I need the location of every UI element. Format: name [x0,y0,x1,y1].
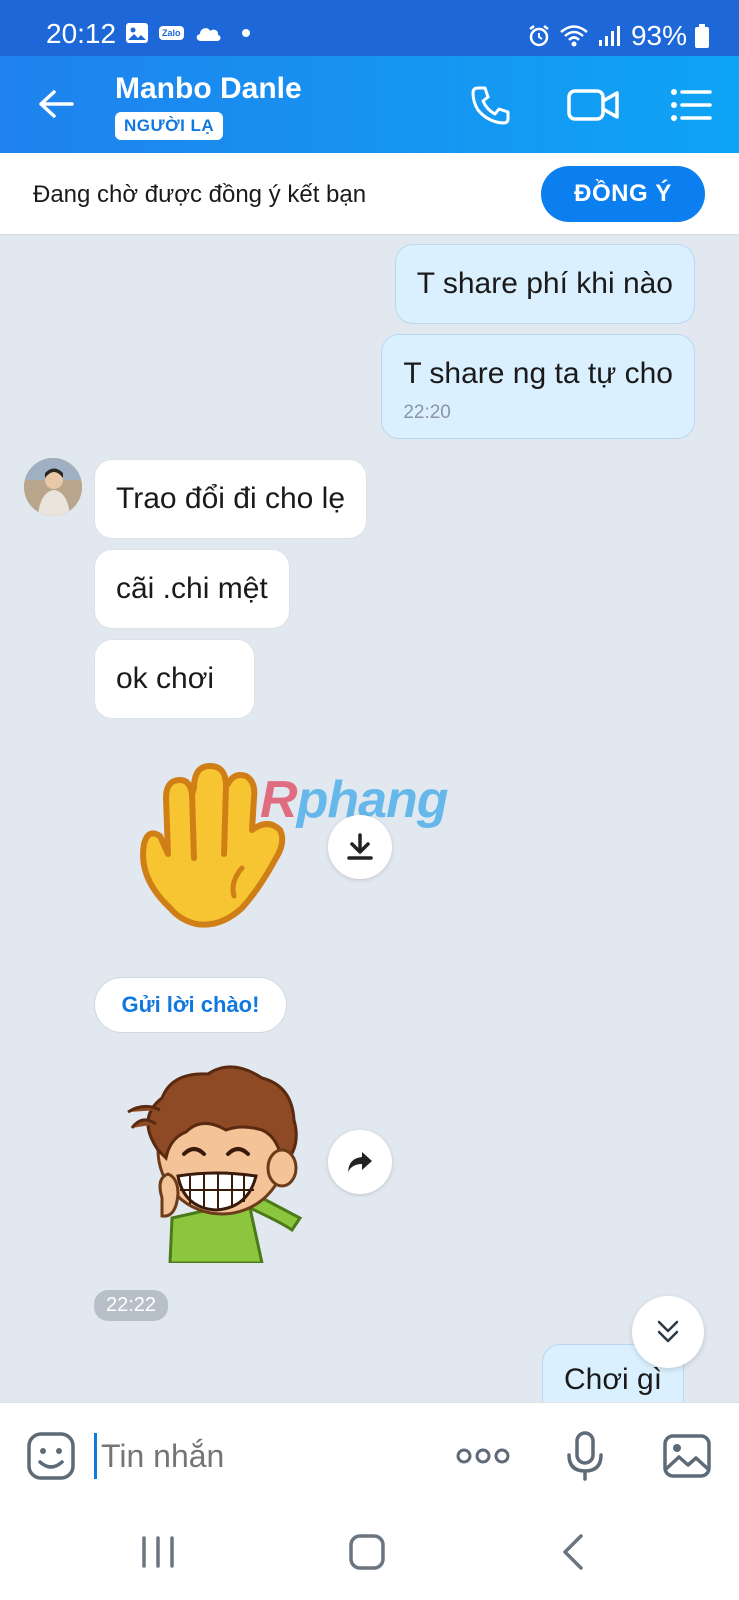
system-navigation-bar [0,1502,739,1600]
cloud-icon [196,28,221,41]
message-bubble-mine[interactable]: T share phí khi nào [394,244,695,324]
watermark-r: R [260,771,298,829]
message-text: ok chơi [116,662,215,695]
signal-icon [598,26,620,46]
share-sticker-button[interactable] [328,1130,392,1194]
message-text: T share phí khi nào [416,267,673,300]
zalo-notification-icon: Zalo [159,26,184,40]
status-time: 20:12 [46,18,117,49]
message-composer [0,1402,739,1502]
message-timestamp: 22:20 [403,401,451,423]
contact-name[interactable]: Manbo Danle [115,72,302,106]
time-separator: 22:22 [94,1290,169,1321]
gallery-icon [126,23,148,43]
friend-request-text: Đang chờ được đồng ý kết bạn [33,181,367,208]
battery-icon [695,24,709,48]
status-icons-right: 93% [527,20,709,52]
chat-header: Manbo Danle NGƯỜI LẠ [0,56,739,153]
phone-call-icon[interactable] [468,82,514,128]
menu-list-icon[interactable] [668,82,714,128]
grinning-boy-sticker[interactable] [122,1058,312,1263]
image-gallery-icon[interactable] [662,1431,712,1481]
accept-friend-button[interactable]: ĐỒNG Ý [541,166,705,222]
more-options-icon[interactable] [455,1431,511,1481]
message-text: cãi .chi mệt [116,572,268,605]
message-bubble-theirs[interactable]: Trao đổi đi cho lẹ [94,459,368,539]
message-text: Chơi gì [564,1363,663,1396]
message-bubble-theirs[interactable]: cãi .chi mệt [94,549,290,629]
message-text: T share ng ta tự cho [403,357,673,390]
friend-request-bar: Đang chờ được đồng ý kết bạn ĐỒNG Ý [0,153,739,235]
contact-avatar[interactable] [24,458,82,516]
stranger-badge: NGƯỜI LẠ [115,112,224,140]
send-greeting-button[interactable]: Gửi lời chào! [94,977,287,1033]
battery-percent: 93% [630,20,687,51]
double-chevron-down-icon [657,1320,679,1343]
message-bubble-theirs[interactable]: ok chơi [94,639,256,719]
message-input[interactable] [94,1433,394,1479]
emoji-sticker-icon[interactable] [26,1431,76,1481]
back-arrow-icon[interactable] [36,84,76,124]
download-icon [347,833,373,860]
home-icon[interactable] [347,1532,387,1572]
alarm-icon [529,25,549,47]
more-notifications-dot [241,29,250,37]
avatar-photo [24,458,82,516]
recent-apps-icon[interactable] [138,1532,178,1572]
microphone-icon[interactable] [560,1431,610,1481]
message-bubble-mine[interactable]: T share ng ta tự cho 22:20 [381,334,695,440]
status-bar: 20:12 Zalo 93% [0,0,739,56]
share-forward-icon [348,1152,372,1172]
scroll-to-bottom-button[interactable] [632,1296,704,1368]
download-sticker-button[interactable] [328,815,392,879]
video-call-icon[interactable] [566,82,620,128]
message-text: Trao đổi đi cho lẹ [116,482,346,515]
wifi-icon [560,25,588,47]
back-nav-icon[interactable] [553,1532,593,1572]
status-icons-left: Zalo [125,22,250,44]
